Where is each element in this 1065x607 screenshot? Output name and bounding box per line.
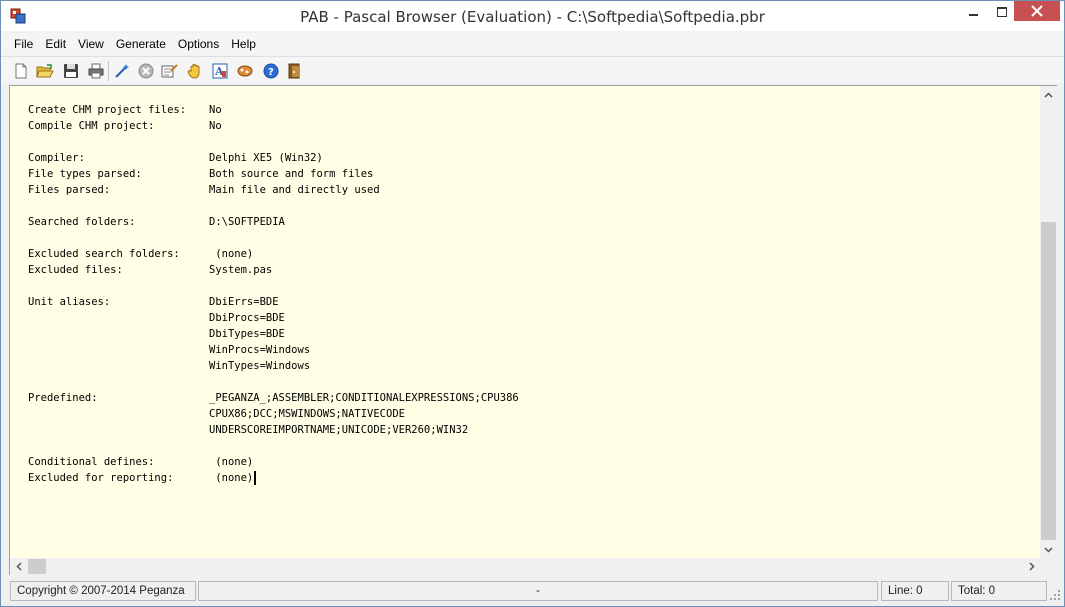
close-button[interactable] xyxy=(1014,1,1060,21)
print-button[interactable] xyxy=(85,60,107,82)
edit-properties-icon xyxy=(161,64,178,78)
maximize-icon xyxy=(997,7,1007,17)
menu-help[interactable]: Help xyxy=(225,34,262,54)
report-label: Compiler: xyxy=(28,152,85,164)
chevron-right-icon xyxy=(1028,562,1035,571)
report-value: Both source and form files xyxy=(209,168,374,180)
vertical-scrollbar[interactable] xyxy=(1040,86,1057,558)
chevron-down-icon xyxy=(1044,546,1053,553)
report-value: DbiProcs=BDE xyxy=(209,312,285,324)
scroll-left-button[interactable] xyxy=(10,558,27,575)
report-label: Excluded files: xyxy=(28,264,123,276)
status-copyright: Copyright © 2007-2014 Peganza xyxy=(10,581,196,601)
menu-options[interactable]: Options xyxy=(172,34,225,54)
report-label: Conditional defines: xyxy=(28,456,155,468)
minimize-button[interactable] xyxy=(961,1,987,23)
report-label: File types parsed: xyxy=(28,168,142,180)
generate-button[interactable] xyxy=(184,60,206,82)
status-line: Line: 0 xyxy=(881,581,949,601)
report-value: (none) xyxy=(209,248,254,260)
wand-button[interactable] xyxy=(111,60,133,82)
exit-button[interactable] xyxy=(284,60,306,82)
menu-file[interactable]: File xyxy=(8,34,39,54)
text-caret xyxy=(254,471,257,485)
scrollbar-corner xyxy=(1040,558,1057,575)
report-value: UNDERSCOREIMPORTNAME;UNICODE;VER260;WIN3… xyxy=(209,424,469,436)
chevron-up-icon xyxy=(1044,91,1053,98)
svg-text:?: ? xyxy=(268,67,274,78)
app-window: PAB - Pascal Browser (Evaluation) - C:\S… xyxy=(0,0,1065,607)
save-button[interactable] xyxy=(60,60,82,82)
minimize-icon xyxy=(969,14,978,16)
open-folder-icon xyxy=(36,64,54,78)
new-button[interactable] xyxy=(10,60,32,82)
stop-icon xyxy=(138,63,154,79)
menu-view[interactable]: View xyxy=(72,34,110,54)
menu-edit[interactable]: Edit xyxy=(39,34,72,54)
toolbar: A ? xyxy=(1,56,1064,83)
print-icon xyxy=(88,63,104,79)
save-icon xyxy=(64,64,78,78)
scroll-up-button[interactable] xyxy=(1040,86,1057,103)
tools-icon xyxy=(237,65,253,77)
toolbar-separator xyxy=(108,61,109,81)
report-value: DbiErrs=BDE xyxy=(209,296,279,308)
report-label: Create CHM project files: xyxy=(28,104,187,116)
report-label: Compile CHM project: xyxy=(28,120,155,132)
horizontal-scrollbar[interactable] xyxy=(10,558,1040,575)
report-value: D:\SOFTPEDIA xyxy=(209,216,285,228)
settings-wand-icon xyxy=(115,64,129,78)
status-total: Total: 0 xyxy=(951,581,1047,601)
report-label: Files parsed: xyxy=(28,184,111,196)
report-label: Excluded for reporting: xyxy=(28,472,174,484)
new-document-icon xyxy=(15,63,27,79)
font-button[interactable]: A xyxy=(209,60,231,82)
report-label: Predefined: xyxy=(28,392,98,404)
status-message: - xyxy=(198,581,878,601)
report-value: Delphi XE5 (Win32) xyxy=(209,152,323,164)
menu-generate[interactable]: Generate xyxy=(110,34,172,54)
report-value: System.pas xyxy=(209,264,273,276)
stop-button[interactable] xyxy=(135,60,157,82)
generate-hand-icon xyxy=(187,63,200,79)
resize-grip-icon[interactable] xyxy=(1049,589,1061,601)
maximize-button[interactable] xyxy=(989,1,1015,23)
scroll-right-button[interactable] xyxy=(1023,558,1040,575)
close-icon xyxy=(1031,5,1043,17)
report-editor[interactable]: Create CHM project files: No Compile CHM p… xyxy=(9,85,1057,575)
properties-button[interactable] xyxy=(159,60,181,82)
help-icon: ? xyxy=(263,63,279,79)
report-value: DbiTypes=BDE xyxy=(209,328,285,340)
menu-bar: File Edit View Generate Options Help xyxy=(1,33,1064,55)
chevron-left-icon xyxy=(15,562,22,571)
status-bar: Copyright © 2007-2014 Peganza - Line: 0 … xyxy=(1,577,1064,606)
report-value: No xyxy=(209,120,222,132)
exit-icon xyxy=(288,63,300,79)
vertical-scroll-thumb[interactable] xyxy=(1041,222,1056,540)
tools-button[interactable] xyxy=(234,60,256,82)
report-value: (none) xyxy=(209,456,254,468)
report-value: WinProcs=Windows xyxy=(209,344,311,356)
window-title: PAB - Pascal Browser (Evaluation) - C:\S… xyxy=(300,8,765,26)
report-value: No xyxy=(209,104,222,116)
report-value: WinTypes=Windows xyxy=(209,360,311,372)
open-button[interactable] xyxy=(34,60,56,82)
report-label: Searched folders: xyxy=(28,216,136,228)
report-value: CPUX86;DCC;MSWINDOWS;NATIVECODE xyxy=(209,408,405,420)
font-icon: A xyxy=(212,63,228,79)
report-label: Unit aliases: xyxy=(28,296,111,308)
help-button[interactable]: ? xyxy=(260,60,282,82)
title-bar[interactable]: PAB - Pascal Browser (Evaluation) - C:\S… xyxy=(1,1,1064,31)
horizontal-scroll-thumb[interactable] xyxy=(28,559,46,574)
report-value: _PEGANZA_;ASSEMBLER;CONDITIONALEXPRESSIO… xyxy=(209,392,519,404)
report-label: Excluded search folders: xyxy=(28,248,180,260)
scroll-down-button[interactable] xyxy=(1040,541,1057,558)
report-value: (none) xyxy=(209,470,257,486)
report-text-area[interactable]: Create CHM project files: No Compile CHM p… xyxy=(10,86,1040,558)
report-value: Main file and directly used xyxy=(209,184,380,196)
